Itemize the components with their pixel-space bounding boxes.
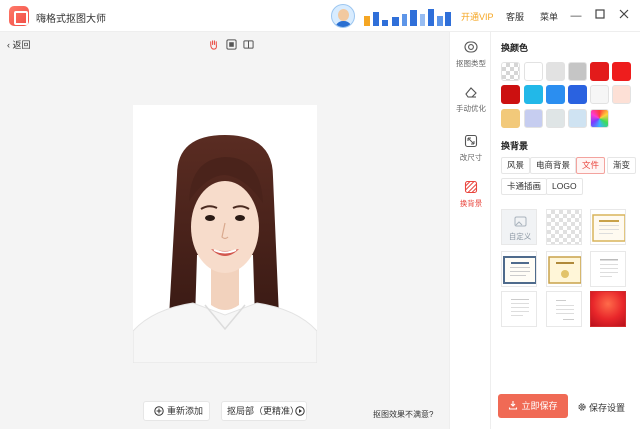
title-bar: 嗨格式抠图大师 开通VIP 客服 菜单 — <box>0 0 640 32</box>
open-vip-button[interactable]: 开通VIP <box>461 10 494 23</box>
swatch-white[interactable] <box>524 62 543 81</box>
menu-button[interactable]: 菜单 <box>540 10 558 23</box>
portrait-preview[interactable] <box>133 105 317 363</box>
swatch-custom-rainbow-icon[interactable] <box>590 109 609 128</box>
swatch-light-gray[interactable] <box>546 62 565 81</box>
nav-manual-optimize-label: 手动优化 <box>456 104 486 113</box>
swatch-peach[interactable] <box>612 85 631 104</box>
background-icon <box>464 180 478 194</box>
play-circle-icon <box>295 406 305 416</box>
close-icon[interactable] <box>617 9 631 23</box>
hand-tool-icon[interactable] <box>208 39 219 50</box>
bg-thumb-document-form[interactable] <box>590 251 626 287</box>
nav-resize[interactable]: 改尺寸 <box>450 134 492 163</box>
swatch-dark-blue[interactable] <box>568 85 587 104</box>
swatch-cyan[interactable] <box>524 85 543 104</box>
bg-thumb-certificate-blue[interactable] <box>501 251 537 287</box>
bg-category-scenery[interactable]: 风景 <box>501 157 531 174</box>
bg-thumb-red-gradient[interactable] <box>590 291 626 327</box>
save-settings-button[interactable]: 保存设置 <box>577 401 625 414</box>
nav-cutout-type[interactable]: 抠图类型 <box>450 40 492 69</box>
bg-category-ecommerce[interactable]: 电商背景 <box>530 157 577 174</box>
fit-screen-icon[interactable] <box>226 39 237 50</box>
nav-resize-label: 改尺寸 <box>459 153 483 162</box>
swatch-mist[interactable] <box>546 109 565 128</box>
swatch-transparent[interactable] <box>501 62 520 81</box>
bg-thumb-document-text[interactable] <box>501 291 537 327</box>
user-avatar[interactable] <box>331 4 355 28</box>
swatch-bright-red[interactable] <box>612 62 631 81</box>
change-background-title: 换背景 <box>501 141 529 151</box>
bg-thumb-certificate-yellow[interactable] <box>546 251 582 287</box>
save-settings-label: 保存设置 <box>589 403 626 413</box>
swatch-off-white[interactable] <box>590 85 609 104</box>
nav-change-background-label: 换背景 <box>459 199 483 208</box>
back-label: 返回 <box>12 40 31 50</box>
customer-service-button[interactable]: 客服 <box>506 10 524 23</box>
canvas-area: ‹ 返回 重新添加 抠局部（更精准） 抠图效果不满意? <box>0 32 449 429</box>
re-add-button[interactable]: 重新添加 <box>143 401 210 421</box>
compare-view-icon[interactable] <box>243 39 254 50</box>
bg-thumb-document-letter[interactable] <box>546 291 582 327</box>
side-nav: 抠图类型 手动优化 改尺寸 换背景 <box>449 32 491 429</box>
nav-manual-optimize[interactable]: 手动优化 <box>450 85 492 114</box>
resize-icon <box>464 134 478 148</box>
bg-category-document[interactable]: 文件 <box>576 157 606 174</box>
nav-change-background[interactable]: 换背景 <box>450 180 492 209</box>
custom-bg-label: 自定义 <box>508 232 532 241</box>
bg-category-logo[interactable]: LOGO <box>546 178 583 195</box>
save-now-button[interactable]: 立即保存 <box>498 394 568 418</box>
swatch-gold[interactable] <box>501 109 520 128</box>
bg-thumb-certificate-gold[interactable] <box>590 209 626 245</box>
gear-icon <box>578 403 586 411</box>
app-logo-icon <box>9 6 29 26</box>
swatch-lavender[interactable] <box>524 109 543 128</box>
re-add-label: 重新添加 <box>167 406 204 416</box>
bg-thumb-transparent[interactable] <box>546 209 582 245</box>
swatch-gray[interactable] <box>568 62 587 81</box>
swatch-dark-red[interactable] <box>501 85 520 104</box>
swatch-red[interactable] <box>590 62 609 81</box>
change-color-title: 换颜色 <box>501 43 529 53</box>
bg-category-gradient[interactable]: 渐变 <box>607 157 637 174</box>
bg-category-cartoon[interactable]: 卡通插画 <box>501 178 548 195</box>
settings-panel: 换颜色 换背景 风景 电商背景 文件 渐变 卡通插画 LOGO 自定义 立即保存… <box>491 32 640 429</box>
chevron-left-icon: ‹ <box>7 40 10 50</box>
download-icon <box>509 401 518 410</box>
save-now-label: 立即保存 <box>521 401 558 411</box>
swatch-blue[interactable] <box>546 85 565 104</box>
eraser-icon <box>465 87 477 98</box>
bg-thumb-custom[interactable]: 自定义 <box>501 209 537 245</box>
feedback-link[interactable]: 抠图效果不满意? <box>373 409 433 420</box>
vip-pixel-banner <box>362 8 452 26</box>
cutout-type-icon <box>464 41 478 53</box>
back-button[interactable]: ‹ 返回 <box>7 38 31 51</box>
swatch-sky[interactable] <box>568 109 587 128</box>
minimize-icon[interactable]: — <box>569 9 583 23</box>
nav-cutout-type-label: 抠图类型 <box>456 59 486 68</box>
plus-circle-icon <box>154 406 164 416</box>
local-cutout-label: 抠局部（更精准） <box>227 406 300 416</box>
local-cutout-button[interactable]: 抠局部（更精准） <box>221 401 307 421</box>
maximize-icon[interactable] <box>593 9 607 23</box>
app-title: 嗨格式抠图大师 <box>36 14 106 25</box>
